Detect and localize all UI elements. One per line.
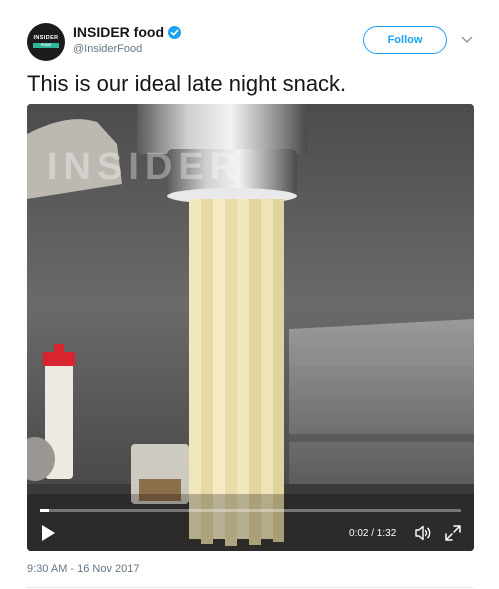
video-frame: INSIDER bbox=[27, 104, 474, 551]
tweet-text: This is our ideal late night snack. bbox=[27, 71, 347, 96]
avatar[interactable]: INSIDER FOOD bbox=[27, 23, 65, 61]
author-name-row[interactable]: INSIDER food bbox=[73, 24, 181, 40]
display-name[interactable]: INSIDER food bbox=[73, 24, 164, 40]
chevron-down-icon[interactable] bbox=[460, 33, 474, 47]
verified-badge-icon bbox=[168, 25, 181, 39]
tweet-timestamp[interactable]: 9:30 AM - 16 Nov 2017 bbox=[27, 563, 140, 575]
video-progress-fill bbox=[40, 509, 50, 512]
avatar-logo-band: FOOD bbox=[33, 43, 59, 49]
divider bbox=[27, 587, 474, 588]
video-time: 0:02 / 1:32 bbox=[349, 528, 397, 539]
video-watermark: INSIDER bbox=[47, 146, 243, 188]
play-icon[interactable] bbox=[39, 523, 57, 543]
fullscreen-icon[interactable] bbox=[443, 523, 463, 543]
user-handle[interactable]: @InsiderFood bbox=[73, 43, 142, 55]
volume-icon[interactable] bbox=[413, 523, 433, 543]
tweet-card: INSIDER FOOD INSIDER food @InsiderFood F… bbox=[0, 0, 499, 589]
follow-button[interactable]: Follow bbox=[363, 26, 447, 54]
video-player[interactable]: INSIDER 0:02 / 1:32 bbox=[27, 104, 474, 551]
avatar-logo-text: INSIDER bbox=[33, 34, 59, 41]
avatar-logo-subtext: FOOD bbox=[40, 43, 52, 47]
video-progress-bar[interactable] bbox=[40, 509, 461, 512]
